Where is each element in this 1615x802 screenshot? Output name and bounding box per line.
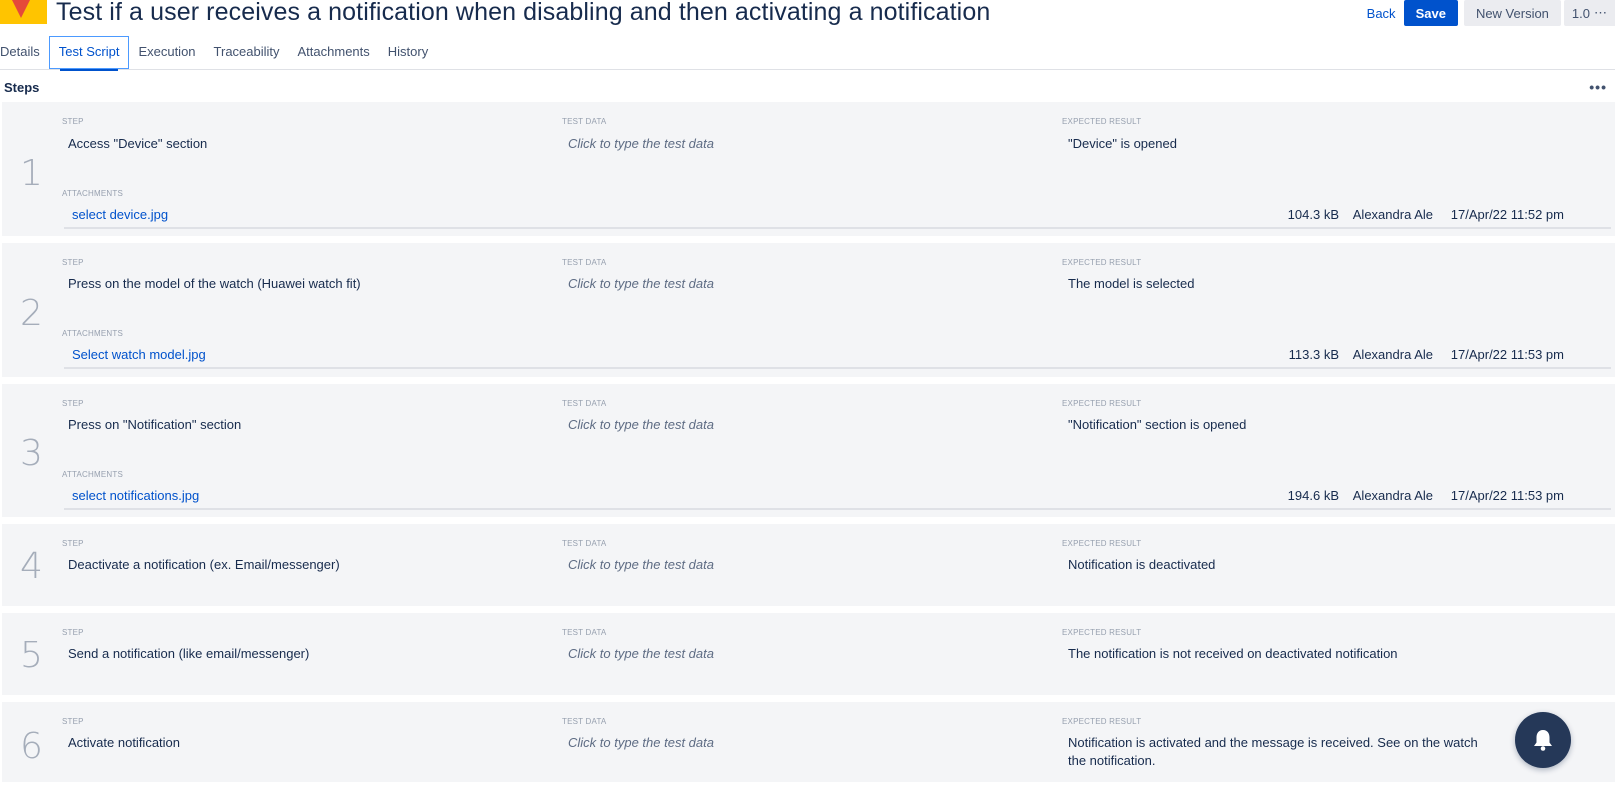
step-description[interactable]: Press on "Notification" section	[68, 416, 241, 434]
test-data-label: TEST DATA	[562, 717, 607, 726]
step-label: STEP	[62, 399, 84, 408]
test-data-field[interactable]: Click to type the test data	[568, 416, 714, 434]
bell-icon	[1534, 730, 1552, 751]
step-number: 3	[20, 433, 43, 474]
step-description[interactable]: Press on the model of the watch (Huawei …	[68, 275, 361, 293]
attachment-date: 17/Apr/22 11:53 pm	[1450, 347, 1564, 362]
test-data-field[interactable]: Click to type the test data	[568, 645, 714, 663]
test-data-label: TEST DATA	[562, 539, 607, 548]
step-number: 1	[20, 153, 43, 194]
test-data-field[interactable]: Click to type the test data	[568, 556, 714, 574]
expected-result-label: EXPECTED RESULT	[1062, 628, 1142, 637]
attachment-row: Select watch model.jpg 113.3 kB Alexandr…	[64, 345, 1611, 369]
step-description[interactable]: Activate notification	[68, 734, 180, 752]
attachment-size: 104.3 kB	[1287, 207, 1339, 222]
version-label: 1.0	[1571, 5, 1590, 21]
expected-result-field[interactable]: Notification is deactivated	[1068, 556, 1215, 574]
attachment-date: 17/Apr/22 11:52 pm	[1450, 207, 1564, 222]
attachments-label: ATTACHMENTS	[62, 329, 124, 338]
step-card: 3 STEP TEST DATA EXPECTED RESULT Press o…	[2, 384, 1615, 517]
attachment-row: select notifications.jpg 194.6 kB Alexan…	[64, 486, 1611, 510]
attachment-author: Alexandra Ale	[1352, 207, 1433, 222]
more-horizontal-icon[interactable]: •••	[1589, 79, 1607, 95]
step-description[interactable]: Access "Device" section	[68, 135, 207, 153]
step-label: STEP	[62, 258, 84, 267]
steps-heading: Steps	[4, 80, 40, 95]
attachment-row: select device.jpg 104.3 kB Alexandra Ale…	[64, 205, 1611, 229]
step-number: 5	[20, 635, 43, 676]
test-data-label: TEST DATA	[562, 628, 607, 637]
new-version-button[interactable]: New Version	[1463, 0, 1561, 26]
attachment-date: 17/Apr/22 11:53 pm	[1450, 488, 1564, 503]
tab-details[interactable]: Details	[0, 36, 49, 69]
step-description[interactable]: Send a notification (like email/messenge…	[68, 645, 309, 663]
attachments-label: ATTACHMENTS	[62, 189, 124, 198]
back-link[interactable]: Back	[1367, 6, 1396, 21]
attachment-link[interactable]: select notifications.jpg	[72, 488, 199, 503]
tab-traceability[interactable]: Traceability	[205, 36, 289, 69]
test-data-label: TEST DATA	[562, 258, 607, 267]
tab-test-script[interactable]: Test Script	[48, 36, 130, 71]
expected-result-label: EXPECTED RESULT	[1062, 258, 1142, 267]
expected-result-field[interactable]: Notification is activated and the messag…	[1068, 734, 1498, 770]
tab-attachments[interactable]: Attachments	[289, 36, 379, 69]
step-card: 6 STEP TEST DATA EXPECTED RESULT Activat…	[2, 702, 1615, 782]
expected-result-label: EXPECTED RESULT	[1062, 539, 1142, 548]
expected-result-field[interactable]: The notification is not received on deac…	[1068, 645, 1398, 663]
tab-history[interactable]: History	[379, 36, 437, 69]
tab-bar: Details Test Script Execution Traceabili…	[0, 36, 1615, 71]
test-data-field[interactable]: Click to type the test data	[568, 734, 714, 752]
expected-result-label: EXPECTED RESULT	[1062, 117, 1142, 126]
notifications-button[interactable]	[1515, 712, 1571, 768]
test-data-field[interactable]: Click to type the test data	[568, 275, 714, 293]
step-description[interactable]: Deactivate a notification (ex. Email/mes…	[68, 556, 340, 574]
step-label: STEP	[62, 717, 84, 726]
save-button[interactable]: Save	[1403, 0, 1458, 26]
version-menu-button[interactable]: 1.0 ⋯	[1563, 0, 1615, 26]
attachment-size: 194.6 kB	[1287, 488, 1339, 503]
attachment-author: Alexandra Ale	[1352, 347, 1433, 362]
test-data-label: TEST DATA	[562, 117, 607, 126]
expected-result-label: EXPECTED RESULT	[1062, 717, 1142, 726]
attachment-author: Alexandra Ale	[1352, 488, 1433, 503]
tab-execution[interactable]: Execution	[129, 36, 204, 69]
expected-result-field[interactable]: "Device" is opened	[1068, 135, 1177, 153]
step-card: 5 STEP TEST DATA EXPECTED RESULT Send a …	[2, 613, 1615, 695]
attachment-size: 113.3 kB	[1288, 347, 1339, 362]
attachments-label: ATTACHMENTS	[62, 470, 124, 479]
attachment-link[interactable]: select device.jpg	[72, 207, 168, 222]
test-data-field[interactable]: Click to type the test data	[568, 135, 714, 153]
app-logo	[0, 0, 47, 24]
expected-result-field[interactable]: "Notification" section is opened	[1068, 416, 1246, 434]
step-card: 1 STEP TEST DATA EXPECTED RESULT Access …	[2, 102, 1615, 236]
more-horizontal-icon: ⋯	[1594, 5, 1607, 20]
header-actions: Back Save New Version 1.0 ⋯	[1367, 0, 1615, 26]
test-data-label: TEST DATA	[562, 399, 607, 408]
step-label: STEP	[62, 117, 84, 126]
step-number: 4	[20, 546, 43, 587]
step-number: 2	[20, 293, 43, 334]
step-card: 2 STEP TEST DATA EXPECTED RESULT Press o…	[2, 243, 1615, 377]
step-label: STEP	[62, 539, 84, 548]
attachment-link[interactable]: Select watch model.jpg	[72, 347, 206, 362]
step-label: STEP	[62, 628, 84, 637]
page-title: Test if a user receives a notification w…	[56, 0, 991, 26]
expected-result-label: EXPECTED RESULT	[1062, 399, 1142, 408]
step-card: 4 STEP TEST DATA EXPECTED RESULT Deactiv…	[2, 524, 1615, 606]
step-number: 6	[20, 726, 43, 767]
expected-result-field[interactable]: The model is selected	[1068, 275, 1194, 293]
